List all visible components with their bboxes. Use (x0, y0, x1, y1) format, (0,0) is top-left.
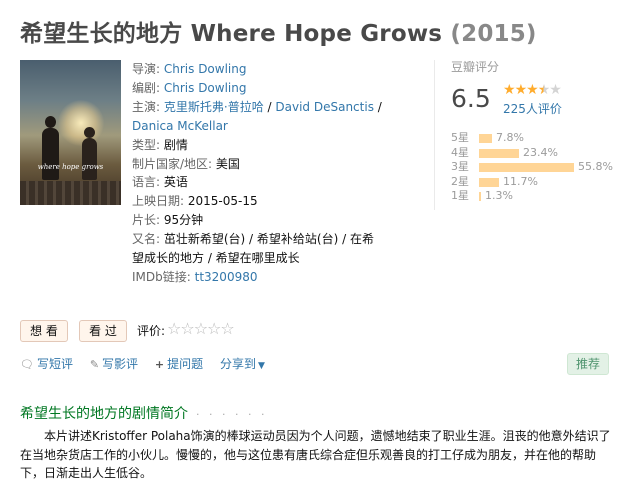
chat-icon: 🗨 (20, 358, 34, 371)
star-icon: ★ (503, 82, 516, 98)
rating-stars: ★★★★★ (503, 82, 562, 98)
dist-row-5: 5星 7.8% (451, 131, 621, 146)
movie-year: (2015) (450, 21, 537, 47)
write-short-review-link[interactable]: 🗨 写短评 (20, 355, 73, 372)
rate-star-1-icon[interactable]: ☆ (167, 319, 181, 338)
cast-link-3[interactable]: Danica McKellar (132, 119, 228, 133)
dist-bar (479, 177, 499, 187)
rating-label: 豆瓣评分 (451, 60, 500, 74)
rate-label: 评价: (137, 324, 166, 338)
dist-row-1: 1星 1.3% (451, 189, 621, 204)
release-row: 上映日期: 2015-05-15 (132, 192, 382, 211)
dist-bar (479, 163, 574, 172)
release-label: 上映日期: (132, 194, 185, 209)
votes-link[interactable]: 225人评价 (503, 100, 562, 117)
dist-percent: 11.7% (503, 174, 538, 188)
dist-bar (479, 148, 519, 158)
director-label: 导演: (132, 62, 161, 76)
movie-info: 导演: Chris Dowling 编剧: Chris Dowling 主演: … (132, 60, 382, 287)
rating-score: 6.5 (451, 84, 491, 113)
dist-percent: 23.4% (523, 145, 558, 159)
dist-percent: 7.8% (496, 131, 524, 144)
language-value: 英语 (163, 175, 188, 190)
write-review-label: 写影评 (102, 357, 139, 371)
cast-label: 主演: (132, 99, 161, 114)
genre-label: 类型: (132, 137, 161, 152)
dist-label: 5星 (451, 131, 469, 144)
dist-label: 2星 (451, 174, 469, 188)
runtime-row: 片长: 95分钟 (132, 211, 382, 230)
dist-bar (479, 134, 492, 143)
pencil-icon: ✎ (89, 358, 100, 371)
runtime-label: 片长: (132, 213, 161, 228)
cast-link-2[interactable]: David DeSanctis (275, 100, 374, 114)
dist-row-3: 3星 55.8% (451, 160, 621, 175)
cast-link-1[interactable]: 克里斯托弗·普拉哈 (164, 100, 264, 114)
aka-label: 又名: (132, 232, 161, 247)
aka-value: 茁壮新希望(台) / 希望补给站(台) / 在希望成长的地方 / 希望在哪里成长 (132, 232, 374, 266)
dist-label: 1星 (451, 189, 469, 202)
page-title: 希望生长的地方 Where Hope Grows (2015) (20, 14, 537, 48)
share-label: 分享到 (219, 357, 256, 371)
movie-title: 希望生长的地方 Where Hope Grows (20, 21, 443, 47)
rating-distribution: 5星 7.8% 4星 23.4% 3星 55.8% 2星 11.7% 1星 1.… (451, 131, 621, 204)
plus-icon: + (154, 358, 165, 371)
genre-value: 剧情 (163, 137, 188, 152)
poster-caption: where hope grows (37, 163, 104, 171)
rate-star-3-icon[interactable]: ☆ (194, 319, 208, 338)
synopsis-dots: · · · · · · (196, 408, 268, 421)
synopsis-title: 希望生长的地方的剧情简介 (20, 406, 188, 422)
write-review-link[interactable]: ✎ 写影评 (90, 355, 138, 372)
runtime-value: 95分钟 (163, 213, 204, 228)
recommend-button[interactable]: 推荐 (567, 353, 609, 375)
genre-row: 类型: 剧情 (132, 136, 382, 155)
star-icon: ★ (514, 82, 528, 98)
country-row: 制片国家/地区: 美国 (132, 155, 382, 174)
aka-row: 又名: 茁壮新希望(台) / 希望补给站(台) / 在希望成长的地方 / 希望在… (132, 230, 382, 268)
ask-question-label: 提问题 (167, 357, 204, 371)
rating-panel: 豆瓣评分 6.5 ★★★★★ 225人评价 (451, 58, 621, 116)
divider (434, 60, 435, 210)
dist-row-2: 2星 11.7% (451, 175, 621, 190)
want-to-watch-button[interactable]: 想 看 (20, 320, 68, 342)
synopsis-text: 本片讲述Kristoffer Polaha饰演的棒球运动员因为个人问题，遗憾地结… (20, 429, 611, 480)
writer-label: 编剧: (132, 80, 161, 95)
director-link[interactable]: Chris Dowling (164, 62, 247, 76)
language-label: 语言: (132, 175, 161, 190)
rate-star-5-icon[interactable]: ☆ (220, 319, 234, 338)
star-icon: ★ (526, 82, 539, 98)
synopsis-heading: 希望生长的地方的剧情简介 · · · · · · (20, 403, 267, 423)
dist-label: 4星 (451, 145, 469, 159)
language-row: 语言: 英语 (132, 173, 382, 192)
rate-star-2-icon[interactable]: ☆ (180, 319, 194, 338)
dist-label: 3星 (451, 160, 469, 173)
imdb-label: IMDb链接: (132, 269, 191, 284)
half-star-icon: ★ (537, 82, 551, 98)
dist-percent: 1.3% (485, 189, 513, 202)
rate-star-4-icon[interactable]: ☆ (207, 319, 221, 338)
cast-separator: / (377, 99, 382, 114)
cast-row: 主演: 克里斯托弗·普拉哈 / David DeSanctis / Danica… (132, 98, 382, 136)
write-short-review-label: 写短评 (36, 357, 73, 371)
action-bar: 🗨 写短评 ✎ 写影评 + 提问题 分享到 ▼ (20, 355, 278, 372)
ask-question-link[interactable]: + 提问题 (155, 355, 203, 372)
chevron-down-icon: ▼ (257, 361, 265, 371)
imdb-row: IMDb链接: tt3200980 (132, 268, 382, 287)
dist-row-4: 4星 23.4% (451, 146, 621, 161)
writer-row: 编剧: Chris Dowling (132, 79, 382, 98)
empty-star-icon: ★ (549, 82, 562, 98)
writer-link[interactable]: Chris Dowling (164, 81, 247, 95)
imdb-link[interactable]: tt3200980 (195, 270, 258, 284)
rate-stars: ☆☆☆☆☆ (167, 319, 235, 338)
director-row: 导演: Chris Dowling (132, 60, 382, 79)
watched-button[interactable]: 看 过 (79, 320, 127, 342)
share-dropdown[interactable]: 分享到 ▼ (220, 355, 265, 372)
dist-bar (479, 192, 481, 201)
dist-percent: 55.8% (578, 160, 613, 173)
country-value: 美国 (215, 156, 240, 171)
movie-poster[interactable]: where hope grows (20, 60, 121, 205)
release-value: 2015-05-15 (187, 194, 258, 209)
country-label: 制片国家/地区: (132, 156, 213, 171)
